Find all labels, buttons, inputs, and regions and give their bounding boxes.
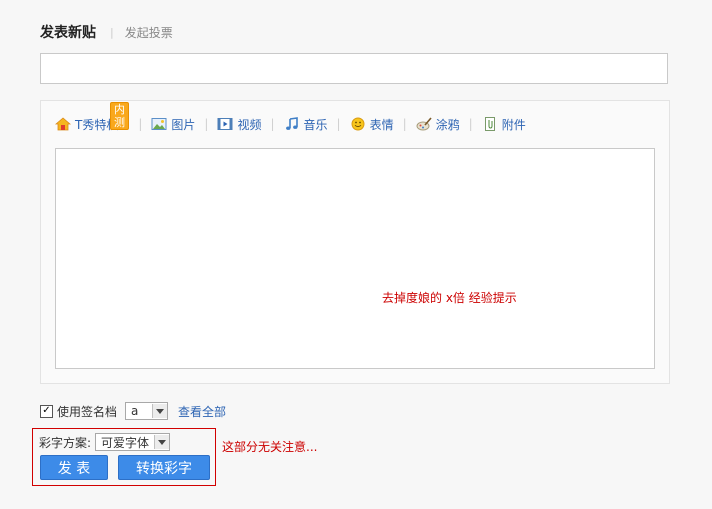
editor-panel: T秀特权 内测 | 图片 | 视频 | 音乐 | 表情 | 涂鸦 | 附件 去掉… [40,100,670,384]
signature-select[interactable]: a [125,402,169,420]
colorful-text-select-value: 可爱字体 [101,435,150,450]
colorful-text-row: 彩字方案: 可爱字体 [39,433,171,451]
toolbar-divider: | [402,117,407,131]
editor-toolbar: T秀特权 内测 | 图片 | 视频 | 音乐 | 表情 | 涂鸦 | 附件 [55,101,526,134]
convert-colorful-text-button[interactable]: 转换彩字 [118,455,210,480]
tshow-privilege-menu[interactable]: T秀特权 内测 [55,101,130,133]
smiley-icon [351,117,365,131]
tab-new-post[interactable]: 发表新贴 [40,22,96,42]
toolbar-emoji-label: 表情 [369,117,394,132]
chevron-down-icon [152,404,168,418]
tab-divider: | [110,25,114,39]
toolbar-divider: | [138,117,143,131]
annotation-text: 去掉度娘的 x倍 经验提示 [382,291,517,305]
annotation-note: 这部分无关注意... [222,440,318,454]
toolbar-attachment-label: 附件 [501,117,526,132]
toolbar-attachment-button[interactable]: 附件 [482,116,526,133]
colorful-text-label: 彩字方案: [39,435,92,450]
attachment-icon [484,117,495,131]
beta-badge: 内测 [110,101,130,130]
toolbar-divider: | [336,117,341,131]
signature-select-value: a [131,404,139,418]
video-icon [217,118,233,130]
view-all-link[interactable]: 查看全部 [178,403,226,420]
content-editor[interactable]: 去掉度娘的 x倍 经验提示 [55,148,655,369]
signature-label: 使用签名档 [57,404,118,419]
brush-icon [416,117,432,131]
toolbar-music-label: 音乐 [303,117,328,132]
title-input[interactable] [40,53,668,84]
toolbar-doodle-button[interactable]: 涂鸦 [416,116,460,133]
toolbar-divider: | [204,117,209,131]
toolbar-video-button[interactable]: 视频 [217,116,261,133]
post-type-tabs: 发表新贴 | 发起投票 [40,22,173,42]
music-icon [285,117,298,130]
image-icon [151,118,167,130]
signature-row: ✓ 使用签名档 a 查看全部 [40,402,226,420]
post-button[interactable]: 发 表 [40,455,108,480]
toolbar-divider: | [468,117,473,131]
signature-checkbox[interactable]: ✓ [40,404,53,418]
toolbar-doodle-label: 涂鸦 [435,117,460,132]
toolbar-image-button[interactable]: 图片 [151,116,195,133]
colorful-text-select[interactable]: 可爱字体 [95,433,171,451]
house-icon [55,117,71,131]
toolbar-divider: | [270,117,275,131]
tab-start-vote[interactable]: 发起投票 [125,24,173,41]
toolbar-video-label: 视频 [237,117,262,132]
toolbar-music-button[interactable]: 音乐 [284,116,328,133]
toolbar-image-label: 图片 [171,117,196,132]
toolbar-emoji-button[interactable]: 表情 [350,116,394,133]
chevron-down-icon [154,435,170,449]
